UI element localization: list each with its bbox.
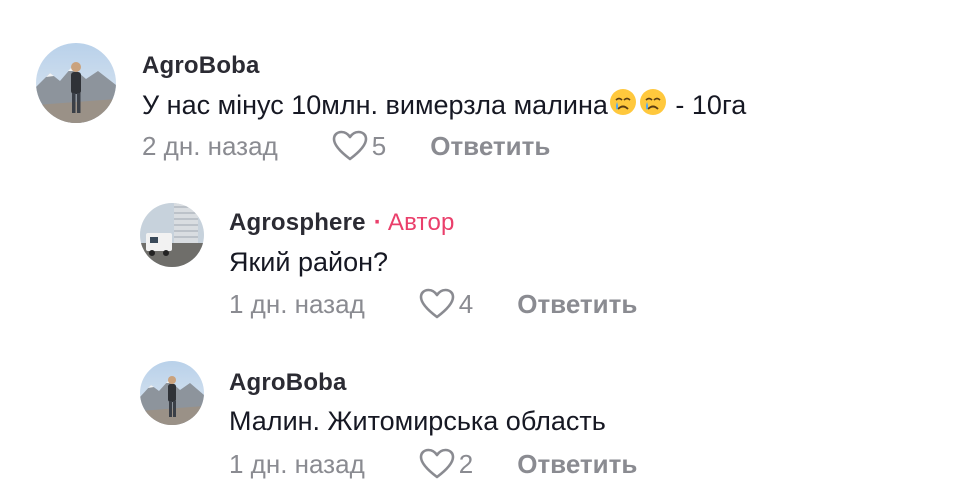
avatar[interactable] — [36, 43, 116, 123]
separator-dot: · — [373, 209, 382, 236]
heart-outline-icon — [419, 448, 455, 479]
comment-text-body: У нас мінус 10млн. вимерзла малина — [142, 90, 608, 120]
comment-username: Agrosphere · Автор — [229, 209, 455, 237]
like-button[interactable]: 4 — [419, 288, 473, 320]
comment-text: Який район? — [229, 247, 389, 277]
heart-outline-icon — [332, 130, 368, 161]
like-button[interactable]: 5 — [332, 130, 386, 162]
heart-outline-icon — [419, 288, 455, 319]
like-count: 5 — [371, 130, 387, 161]
comment-timestamp: 2 дн. назад — [142, 130, 278, 161]
comment-meta: 1 дн. назад 4 Ответить — [229, 288, 637, 320]
crying-face-emoji-icon — [638, 87, 668, 124]
like-count: 4 — [458, 288, 474, 319]
like-button[interactable]: 2 — [419, 448, 473, 480]
avatar[interactable] — [140, 361, 204, 425]
comment-timestamp: 1 дн. назад — [229, 288, 365, 319]
comment-username[interactable]: AgroBoba — [142, 52, 260, 80]
reply-button[interactable]: Ответить — [517, 449, 637, 480]
reply-button[interactable]: Ответить — [517, 289, 637, 320]
comment-text-suffix: - 10га — [667, 90, 747, 120]
comment-meta: 2 дн. назад 5 Ответить — [142, 130, 550, 162]
comment-text: Малин. Житомирська область — [229, 406, 606, 436]
comment-username[interactable]: AgroBoba — [229, 369, 347, 397]
reply-button[interactable]: Ответить — [430, 131, 550, 162]
avatar[interactable] — [140, 203, 204, 267]
reply-username[interactable]: Agrosphere — [229, 209, 366, 236]
comment-timestamp: 1 дн. назад — [229, 448, 365, 479]
crying-face-emoji-icon — [608, 87, 638, 124]
like-count: 2 — [458, 448, 474, 479]
comment-meta: 1 дн. назад 2 Ответить — [229, 448, 637, 480]
author-badge: Автор — [387, 209, 455, 236]
comment-text: У нас мінус 10млн. вимерзла малина - 10г… — [142, 87, 746, 124]
